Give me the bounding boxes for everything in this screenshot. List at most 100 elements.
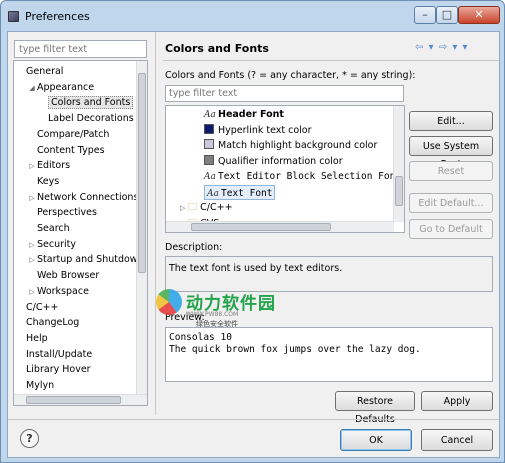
tree-item-label: Network Connections <box>37 191 139 203</box>
tree-item-label: Security <box>37 238 77 250</box>
colors-fonts-item[interactable]: Aa Text Editor Block Selection Font <box>204 169 401 184</box>
tree-item[interactable]: ▷ Security <box>27 237 76 252</box>
tree-item-label: Workspace <box>37 285 89 297</box>
collapsed-twisty-icon[interactable]: ▷ <box>27 253 37 268</box>
font-icon: Aa <box>204 172 216 182</box>
tree-item[interactable]: General <box>16 64 63 79</box>
tree-item-label: General <box>26 66 64 77</box>
colors-fonts-item[interactable]: Hyperlink text color <box>204 123 312 138</box>
restore-defaults-button[interactable]: Restore Defaults <box>335 391 415 425</box>
collapsed-twisty-icon[interactable]: ▷ <box>27 159 37 174</box>
preview-label: Preview: <box>165 312 205 323</box>
collapsed-twisty-icon[interactable]: ▷ <box>27 238 37 253</box>
tree-item-label: Editors <box>37 160 71 172</box>
maximize-button[interactable]: □ <box>436 6 458 24</box>
tree-item[interactable]: Install/Update <box>16 347 92 362</box>
tree-item[interactable]: Label Decorations <box>38 111 134 126</box>
colors-fonts-item-label: Hyperlink text color <box>218 124 312 136</box>
tree-item[interactable]: Keys <box>27 174 59 189</box>
tree-item-label: Compare/Patch <box>37 128 110 140</box>
colors-fonts-filter-input[interactable] <box>165 85 404 102</box>
preferences-window: Preferences – □ ✕ Remote SystemsMylynLib… <box>0 0 505 463</box>
tree-item[interactable]: ▷ Startup and Shutdown <box>27 252 144 268</box>
cancel-button[interactable]: Cancel <box>421 429 493 451</box>
colors-fonts-item-label: Qualifier information color <box>218 155 343 167</box>
colors-fonts-label: Colors and Fonts (? = any character, * =… <box>165 70 416 81</box>
expanded-twisty-icon[interactable]: ◢ <box>27 81 37 96</box>
tree-item[interactable]: Search <box>27 221 70 236</box>
tree-item[interactable]: Colors and Fonts <box>38 95 134 110</box>
pane-divider[interactable] <box>155 32 156 415</box>
apply-button[interactable]: Apply <box>421 391 493 411</box>
colors-fonts-item[interactable]: Aa Header Font <box>204 107 284 122</box>
tree-item-label: Web Browser <box>37 270 100 282</box>
dialog-client-area: Remote SystemsMylynLibrary HoverInstall/… <box>7 31 500 458</box>
tree-item-label: Startup and Shutdown <box>37 254 144 266</box>
tree-item-label: Appearance <box>37 81 95 93</box>
tree-item[interactable]: Compare/Patch <box>27 127 109 142</box>
colors-fonts-item[interactable]: Match highlight background color <box>204 138 377 153</box>
colors-fonts-item-label: Match highlight background color <box>218 140 378 151</box>
title-bar[interactable]: Preferences – □ ✕ <box>1 1 504 31</box>
tree-item-label: Label Decorations <box>48 113 134 125</box>
watermark-title: 动力软件园 <box>186 294 276 314</box>
edit-button[interactable]: Edit... <box>409 111 493 131</box>
use-system-font-button[interactable]: Use System Font <box>409 136 493 170</box>
tree-item[interactable]: ▷ Editors <box>27 158 70 173</box>
colors-fonts-item-label: C/C++ <box>200 202 233 213</box>
tree-item-label: Keys <box>37 175 60 187</box>
tree-item[interactable]: ▷ Workspace <box>27 284 89 299</box>
description-label: Description: <box>165 242 223 253</box>
colors-fonts-item[interactable]: Qualifier information color <box>204 154 343 169</box>
cf-vertical-scrollbar[interactable] <box>393 106 404 222</box>
tree-item-label: Search <box>37 223 70 234</box>
tree-item-label: Help <box>26 332 48 344</box>
colors-fonts-item[interactable]: Aa Text Font <box>204 184 276 200</box>
colors-fonts-item-label: Text Font <box>221 187 273 199</box>
folder-icon: 🗀 <box>187 202 201 213</box>
close-button[interactable]: ✕ <box>458 6 500 24</box>
ok-button[interactable]: OK <box>340 429 412 451</box>
edit-default-button[interactable]: Edit Default... <box>409 193 493 213</box>
font-icon: Aa <box>204 110 216 120</box>
collapsed-twisty-icon[interactable]: ▷ <box>180 204 188 212</box>
tree-item[interactable]: Perspectives <box>27 205 97 220</box>
colors-fonts-item[interactable]: ▷ 🗀 C/C++ <box>180 200 233 215</box>
tree-item[interactable]: ◢ Appearance <box>27 80 94 95</box>
preview-font-name: Consolas 10 <box>169 332 232 343</box>
tree-item[interactable]: Mylyn <box>16 378 54 393</box>
tree-vertical-scrollbar[interactable] <box>136 61 147 394</box>
colors-fonts-tree: ▷ 🗀 CVS▷ 🗀 C/C++AaText FontAaText Editor… <box>165 105 405 233</box>
reset-button[interactable]: Reset <box>409 161 493 181</box>
tree-item-label: C/C++ <box>26 301 59 313</box>
tree-item[interactable]: C/C++ <box>16 300 58 315</box>
tree-item-label: Content Types <box>37 144 105 156</box>
minimize-button[interactable]: – <box>414 6 436 24</box>
tree-item[interactable]: ChangeLog <box>16 315 79 330</box>
tree-item-label: Library Hover <box>26 364 91 376</box>
tree-item[interactable]: ▷ Network Connections <box>27 190 138 205</box>
tree-item-label: Perspectives <box>37 207 97 219</box>
title-divider <box>163 60 499 61</box>
description-box: The text font is used by text editors. <box>165 256 493 292</box>
tree-item[interactable]: Help <box>16 331 48 346</box>
colors-fonts-item-label: Header Font <box>218 109 284 120</box>
collapsed-twisty-icon[interactable]: ▷ <box>27 285 37 300</box>
tree-item[interactable]: Web Browser <box>27 268 99 283</box>
font-icon: Aa <box>207 188 219 199</box>
help-icon[interactable]: ? <box>20 429 39 448</box>
tree-horizontal-scrollbar[interactable] <box>14 394 147 405</box>
history-nav-icons[interactable]: ⇦ ▾ ⇨ ▾ ▾ <box>415 42 469 53</box>
collapsed-twisty-icon[interactable]: ▷ <box>27 191 37 206</box>
cf-horizontal-scrollbar[interactable] <box>166 221 394 232</box>
preview-box: Consolas 10 The quick brown fox jumps ov… <box>165 327 493 382</box>
tree-item[interactable]: Content Types <box>27 143 105 158</box>
app-icon <box>8 11 19 22</box>
description-text: The text font is used by text editors. <box>169 263 343 274</box>
footer-divider <box>8 419 499 420</box>
tree-item-label: Colors and Fonts <box>48 96 134 110</box>
go-to-default-button[interactable]: Go to Default <box>409 219 493 239</box>
filter-input[interactable] <box>14 40 147 58</box>
tree-item[interactable]: Library Hover <box>16 362 91 377</box>
tree-item-label: Install/Update <box>26 348 93 360</box>
